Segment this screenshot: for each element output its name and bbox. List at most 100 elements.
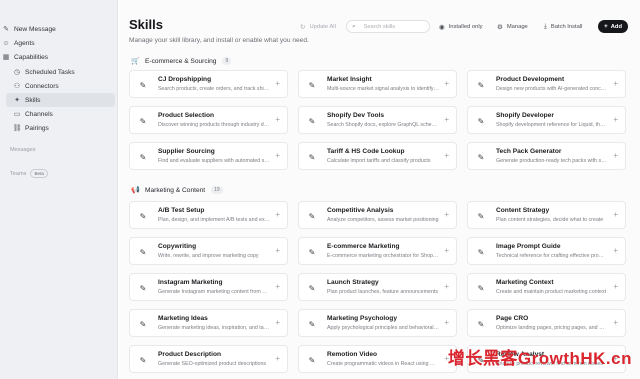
skill-card[interactable]: ✎ Marketing Ideas Generate marketing ide… bbox=[129, 309, 288, 337]
search-input[interactable] bbox=[363, 23, 428, 30]
manage-button[interactable]: ⚙ Manage bbox=[497, 21, 528, 33]
skill-description: Plan, design, and implement A/B tests an… bbox=[158, 217, 270, 223]
skill-name: Tariff & HS Code Lookup bbox=[327, 148, 405, 155]
skill-icon: ✎ bbox=[477, 116, 485, 126]
skill-card[interactable]: ✎ Tech Pack Generator Generate productio… bbox=[467, 142, 626, 170]
sidebar-item-label: New Message bbox=[14, 25, 56, 33]
skill-card[interactable]: ✎ A/B Test Setup Plan, design, and imple… bbox=[129, 201, 288, 229]
plus-icon[interactable]: + bbox=[444, 115, 449, 124]
skill-card[interactable]: ✎ Instagram Marketing Generate Instagram… bbox=[129, 273, 288, 301]
update-all-button[interactable]: ↻ Update All bbox=[300, 21, 336, 33]
plus-icon[interactable]: + bbox=[613, 115, 618, 124]
skill-card[interactable]: ✎ Marketing Psychology Apply psychologic… bbox=[298, 309, 457, 337]
plus-icon[interactable]: + bbox=[444, 282, 449, 291]
skill-card[interactable]: ✎ Tariff & HS Code Lookup Calculate impo… bbox=[298, 142, 457, 170]
plus-icon[interactable]: + bbox=[275, 79, 280, 88]
skill-name: Marketing Context bbox=[496, 279, 554, 286]
skill-card[interactable]: ✎ Marketing Context Create and maintain … bbox=[467, 273, 626, 301]
plus-icon[interactable]: + bbox=[275, 246, 280, 255]
skill-card[interactable]: ✎ Image Prompt Guide Technical reference… bbox=[467, 237, 626, 265]
plus-icon[interactable]: + bbox=[444, 79, 449, 88]
plus-icon[interactable]: + bbox=[275, 115, 280, 124]
skill-card[interactable]: ✎ Market Insight Multi-source market sig… bbox=[298, 70, 457, 98]
plus-icon[interactable]: + bbox=[613, 79, 618, 88]
skill-description: Create programmatic videos in React usin… bbox=[327, 361, 439, 367]
skill-description: Find and evaluate suppliers with automat… bbox=[158, 158, 270, 164]
sidebar-item-connectors[interactable]: ⚇ Connectors bbox=[0, 79, 118, 93]
section-title: Marketing & Content bbox=[145, 186, 206, 194]
sidebar-item-label: Pairings bbox=[25, 124, 49, 132]
page-title: Skills bbox=[129, 17, 163, 32]
plus-icon[interactable]: + bbox=[275, 318, 280, 327]
skill-card[interactable]: ✎ Shopify Dev Tools Search Shopify docs,… bbox=[298, 106, 457, 134]
skill-name: Content Strategy bbox=[496, 207, 550, 214]
plus-icon[interactable]: + bbox=[613, 210, 618, 219]
skill-card[interactable]: ✎ Supplier Sourcing Find and evaluate su… bbox=[129, 142, 288, 170]
skill-card[interactable]: ✎ Product Description Generate SEO-optim… bbox=[129, 345, 288, 373]
section-count: 19 bbox=[211, 186, 223, 194]
skill-description: Plan content strategies, decide what to … bbox=[496, 217, 604, 223]
skill-card[interactable]: ✎ Shopify Developer Shopify development … bbox=[467, 106, 626, 134]
skill-card[interactable]: ✎ Product Selection Discover winning pro… bbox=[129, 106, 288, 134]
plus-icon[interactable]: + bbox=[444, 210, 449, 219]
sidebar-item-label: Scheduled Tasks bbox=[25, 68, 75, 76]
teams-section[interactable]: Teams Beta bbox=[10, 169, 48, 178]
installed-only-toggle[interactable]: ◉ Installed only bbox=[439, 21, 483, 33]
plus-icon[interactable]: + bbox=[613, 151, 618, 160]
skill-name: Shopify Dev Tools bbox=[327, 112, 385, 119]
plus-icon[interactable]: + bbox=[613, 282, 618, 291]
skill-icon: ✎ bbox=[308, 319, 316, 329]
plus-icon[interactable]: + bbox=[613, 318, 618, 327]
skill-card[interactable]: ✎ Remotion Video Create programmatic vid… bbox=[298, 345, 457, 373]
sidebar-item-capabilities[interactable]: ▦ Capabilities bbox=[0, 50, 118, 64]
skill-icon: ✎ bbox=[139, 116, 147, 126]
plus-icon[interactable]: + bbox=[444, 246, 449, 255]
plus-icon[interactable]: + bbox=[613, 246, 618, 255]
plus-icon[interactable]: + bbox=[275, 282, 280, 291]
sidebar-item-agents[interactable]: ☺ Agents bbox=[0, 36, 118, 50]
skill-card[interactable]: ✎ Product Development Design new product… bbox=[467, 70, 626, 98]
search-icon: ⌕ bbox=[352, 22, 356, 30]
plus-icon[interactable]: + bbox=[275, 354, 280, 363]
skill-card[interactable]: ✎ Launch Strategy Plan product launches,… bbox=[298, 273, 457, 301]
skill-card[interactable]: ✎ Content Strategy Plan content strategi… bbox=[467, 201, 626, 229]
skill-name: Launch Strategy bbox=[327, 279, 379, 286]
skill-name: Product Selection bbox=[158, 112, 215, 119]
plus-icon[interactable]: + bbox=[444, 151, 449, 160]
search-box[interactable]: ⌕ bbox=[346, 20, 430, 33]
sidebar-item-label: Agents bbox=[14, 39, 35, 47]
skill-card[interactable]: ✎ Competitive Analysis Analyze competito… bbox=[298, 201, 457, 229]
plus-icon[interactable]: + bbox=[444, 318, 449, 327]
sidebar-item-pairings[interactable]: ⛓ Pairings bbox=[0, 121, 118, 135]
skill-card[interactable]: ✎ E-commerce Marketing E-commerce market… bbox=[298, 237, 457, 265]
download-icon: ⤓ bbox=[544, 23, 547, 30]
sidebar-item-new-message[interactable]: ✎ New Message bbox=[0, 22, 118, 36]
skill-icon: ✎ bbox=[139, 152, 147, 162]
skill-card[interactable]: ✎ Page CRO Optimize landing pages, prici… bbox=[467, 309, 626, 337]
grid-icon: ▦ bbox=[2, 54, 10, 61]
skill-icon: ✎ bbox=[308, 247, 316, 257]
page-subtitle: Manage your skill library, and install o… bbox=[129, 37, 309, 44]
skill-icon: ✎ bbox=[139, 80, 147, 90]
skill-card[interactable]: ✎ Copywriting Write, rewrite, and improv… bbox=[129, 237, 288, 265]
skill-description: E-commerce marketing orchestrator for Sh… bbox=[327, 253, 439, 259]
skill-description: Shopify development reference for Liquid… bbox=[496, 122, 608, 128]
batch-install-button[interactable]: ⤓ Batch Install bbox=[544, 21, 582, 33]
skill-description: Search products, create orders, and trac… bbox=[158, 86, 270, 92]
skill-icon: ✎ bbox=[477, 319, 485, 329]
sidebar-item-skills[interactable]: ✦ Skills bbox=[6, 93, 115, 107]
skill-card[interactable]: ✎ CJ Dropshipping Search products, creat… bbox=[129, 70, 288, 98]
skill-description: Technical reference for crafting effecti… bbox=[496, 253, 608, 259]
skill-icon: ✎ bbox=[477, 211, 485, 221]
skill-icon: ✎ bbox=[308, 116, 316, 126]
skill-icon: ✎ bbox=[477, 247, 485, 257]
skill-name: Market Insight bbox=[327, 76, 372, 83]
skill-description: Analyze competitors, assess market posit… bbox=[327, 217, 439, 223]
sidebar-item-channels[interactable]: ▭ Channels bbox=[0, 107, 118, 121]
sidebar-item-label: Skills bbox=[25, 96, 41, 104]
sidebar-item-scheduled-tasks[interactable]: ◷ Scheduled Tasks bbox=[0, 65, 118, 79]
plus-icon[interactable]: + bbox=[275, 151, 280, 160]
plus-icon[interactable]: + bbox=[275, 210, 280, 219]
skill-icon: ✎ bbox=[477, 80, 485, 90]
add-button[interactable]: + Add bbox=[598, 20, 628, 33]
